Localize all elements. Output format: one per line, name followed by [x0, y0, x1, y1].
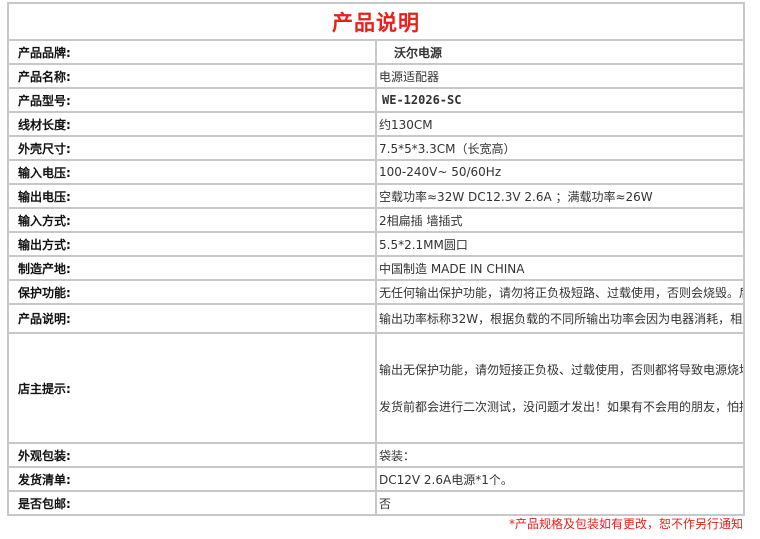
row-value: 7.5*5*3.3CM（长宽高） — [377, 137, 743, 159]
row-label: 店主提示: — [9, 334, 375, 442]
product-spec-table: 产品说明 产品品牌: 沃尔电源 产品名称: 电源适配器 产品型号: WE-120… — [7, 2, 745, 516]
row-label: 保护功能: — [9, 281, 375, 303]
row-label: 输入方式: — [9, 209, 375, 231]
change-notice: *产品规格及包装如有更改，恕不作另行通知 — [508, 517, 743, 531]
row-value: 5.5*2.1MM圆口 — [377, 233, 743, 255]
row-value: 100-240V~ 50/60Hz — [377, 161, 743, 183]
row-label: 外观包装: — [9, 444, 375, 466]
row-value-cell: DC12V 2.6A电源*1个。 — [377, 468, 743, 490]
table-row-input-type: 输入方式: 2相扁插 墙插式 — [9, 209, 743, 231]
shop-notes: 输出无保护功能，请勿短接正负极、过载使用，否则都将导致电源烧坏； 发货前都会进行… — [377, 334, 743, 442]
table-row-output-type: 输出方式: 5.5*2.1MM圆口 — [9, 233, 743, 255]
row-value: 否 — [377, 492, 743, 514]
row-label: 输出方式: — [9, 233, 375, 255]
table-row-output-voltage: 输出电压: 空载功率≈32W DC12.3V 2.6A ；满载功率≈26W — [9, 185, 743, 207]
table-row-description: 产品说明: 输出功率标称32W，根据负载的不同所输出功率会因为电器消耗，相应减少… — [9, 305, 743, 332]
row-value: 沃尔电源 — [377, 41, 743, 63]
row-label: 发货清单: — [9, 468, 375, 490]
shop-note-paragraph: 发货前都会进行二次测试，没问题才发出！如果有不会用的朋友，怕损坏的话，请购买前先… — [379, 399, 743, 414]
table-row-protection: 保护功能: 无任何输出保护功能，请勿将正负极短路、过载使用，否则会烧毁。后果自负… — [9, 281, 743, 303]
row-label: 产品品牌: — [9, 41, 375, 63]
row-label: 输入电压: — [9, 161, 375, 183]
row-value: 中国制造 MADE IN CHINA — [377, 257, 743, 279]
row-label: 产品型号: — [9, 89, 375, 111]
row-label: 线材长度: — [9, 113, 375, 135]
table-row-dimensions: 外壳尺寸: 7.5*5*3.3CM（长宽高） — [9, 137, 743, 159]
table-row-model: 产品型号: WE-12026-SC — [9, 89, 743, 111]
row-label: 产品名称: — [9, 65, 375, 87]
row-value: 2相扁插 墙插式 — [377, 209, 743, 231]
shop-note-paragraph: 输出无保护功能，请勿短接正负极、过载使用，否则都将导致电源烧坏； — [379, 362, 743, 377]
row-value: 空载功率≈32W DC12.3V 2.6A ；满载功率≈26W — [377, 185, 743, 207]
row-value: WE-12026-SC — [377, 89, 743, 111]
row-label: 外壳尺寸: — [9, 137, 375, 159]
table-row-name: 产品名称: 电源适配器 — [9, 65, 743, 87]
table-row-shop-notes: 店主提示: 输出无保护功能，请勿短接正负极、过载使用，否则都将导致电源烧坏； 发… — [9, 334, 743, 442]
row-value: 输出功率标称32W，根据负载的不同所输出功率会因为电器消耗，相应减少。并不是功率… — [377, 305, 743, 332]
table-row-packaging: 外观包装: 袋装： — [9, 444, 743, 466]
row-label: 产品说明: — [9, 305, 375, 332]
table-row-input-voltage: 输入电压: 100-240V~ 50/60Hz — [9, 161, 743, 183]
table-row-shipping-list: 发货清单: DC12V 2.6A电源*1个。 — [9, 468, 743, 490]
page-title: 产品说明 — [9, 4, 743, 39]
row-label: 制造产地: — [9, 257, 375, 279]
table-row-brand: 产品品牌: 沃尔电源 — [9, 41, 743, 63]
table-row-free-shipping: 是否包邮: 否 — [9, 492, 743, 514]
row-value: 无任何输出保护功能，请勿将正负极短路、过载使用，否则会烧毁。后果自负！ — [377, 281, 743, 303]
row-label: 输出电压: — [9, 185, 375, 207]
table-row-origin: 制造产地: 中国制造 MADE IN CHINA — [9, 257, 743, 279]
row-value: DC12V 2.6A电源*1个。 — [379, 472, 513, 487]
row-value: 电源适配器 — [377, 65, 743, 87]
row-label: 是否包邮: — [9, 492, 375, 514]
row-value: 袋装： — [377, 444, 743, 466]
table-row-cable-length: 线材长度: 约130CM — [9, 113, 743, 135]
row-value: 约130CM — [377, 113, 743, 135]
